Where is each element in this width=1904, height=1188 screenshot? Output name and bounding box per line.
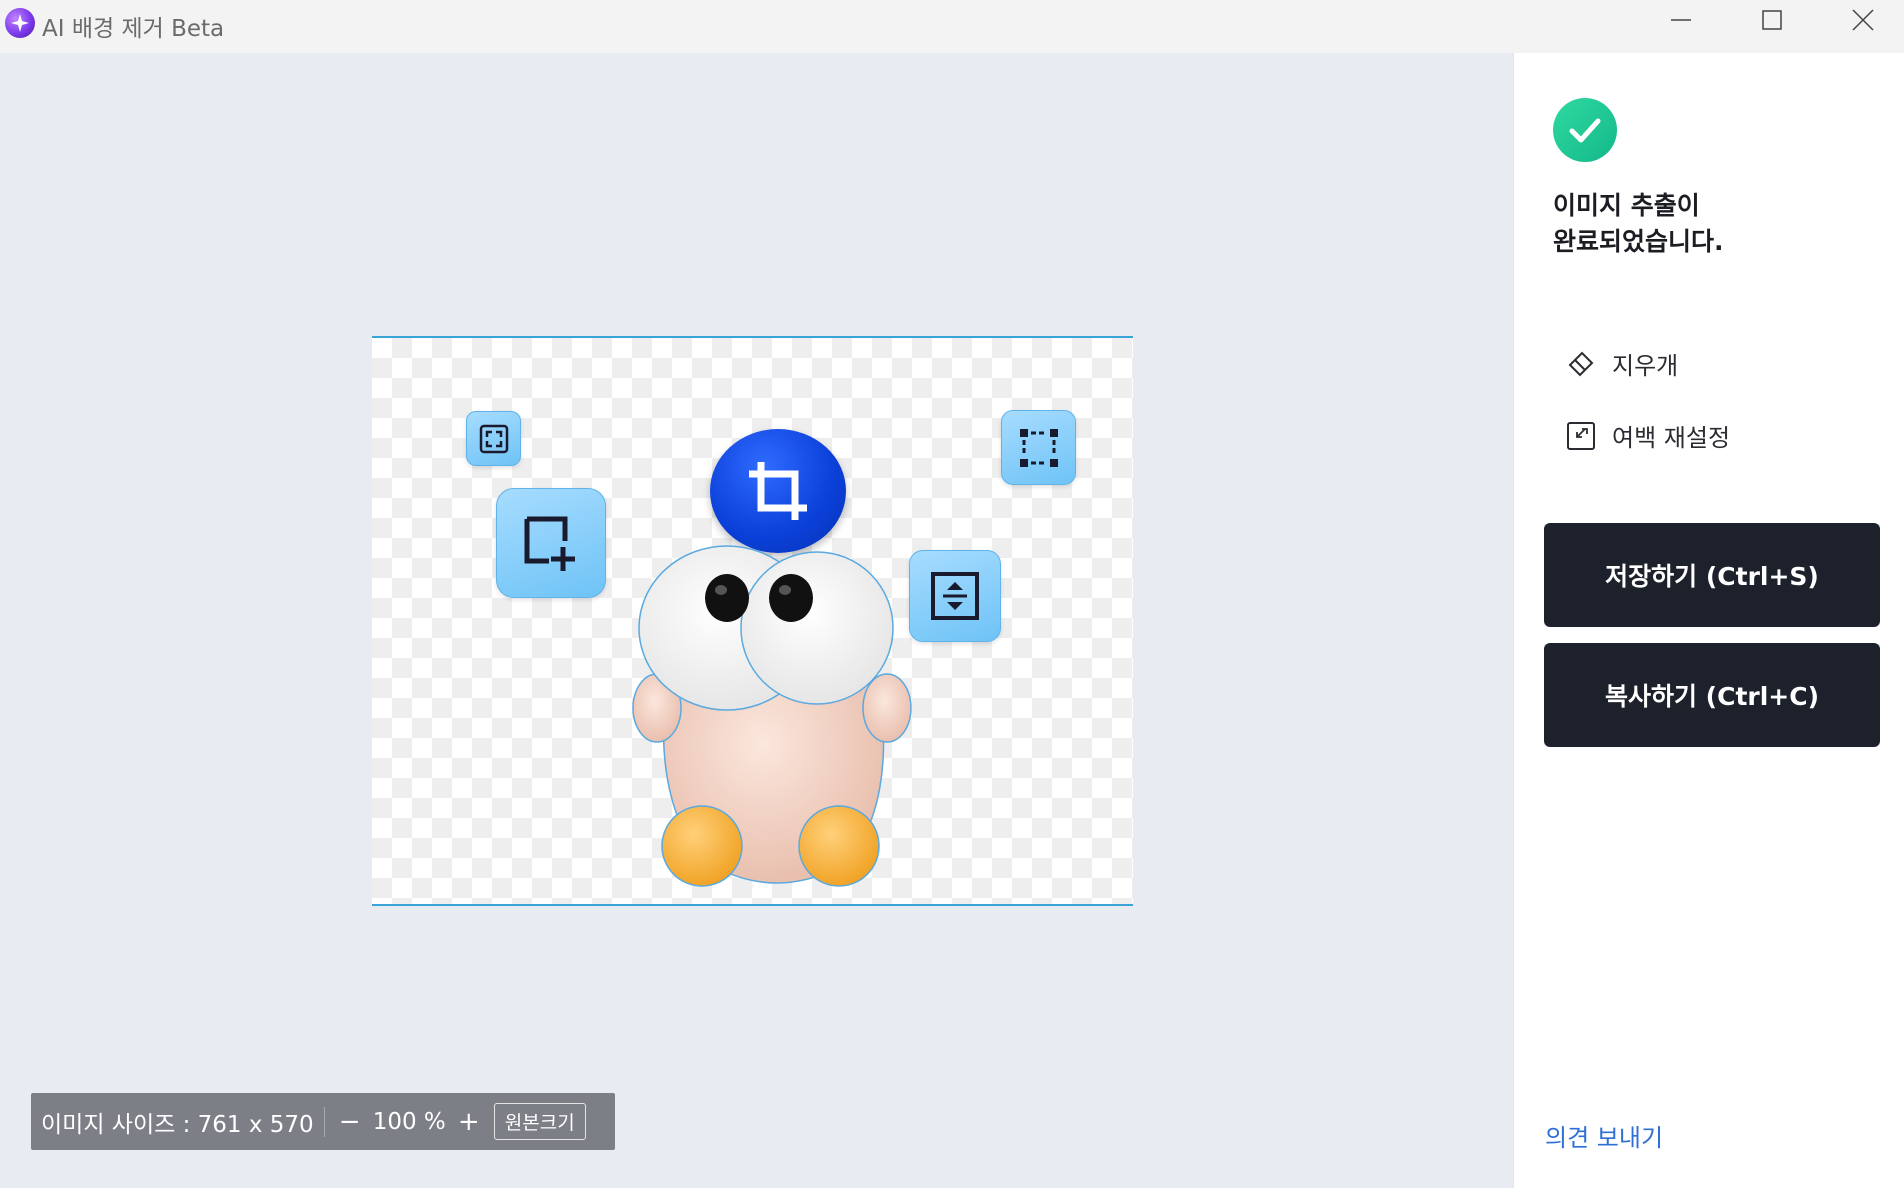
mascot-character-icon: [632, 545, 912, 887]
completion-line-1: 이미지 추출이: [1553, 191, 1700, 220]
checkmark-icon: [1553, 98, 1617, 162]
selection-frame-tile-icon: [1001, 410, 1076, 485]
reset-margin-label: 여백 재설정: [1612, 424, 1731, 452]
window-title: AI 배경 제거 Beta: [42, 16, 225, 42]
title-bar: AI 배경 제거 Beta: [0, 0, 1904, 53]
fit-height-tile-icon: [909, 550, 1001, 642]
eraser-label: 지우개: [1612, 352, 1679, 380]
completion-line-2: 완료되었습니다.: [1553, 227, 1724, 256]
status-divider: [323, 1106, 325, 1137]
eraser-icon: [1564, 347, 1598, 381]
canvas-workspace: [0, 53, 1513, 1188]
completion-message: 이미지 추출이 완료되었습니다.: [1553, 188, 1724, 260]
fullscreen-tile-icon: [466, 411, 521, 466]
zoom-out-button[interactable]: −: [335, 1107, 365, 1137]
sparkle-app-icon: [5, 8, 35, 38]
crop-ball-icon: [710, 429, 846, 553]
minimize-icon: [1671, 10, 1691, 34]
reset-margin-tool[interactable]: 여백 재설정: [1564, 418, 1730, 453]
maximize-button[interactable]: [1727, 0, 1817, 44]
result-side-panel: 이미지 추출이 완료되었습니다. 지우개 여백 재설정 저장하기 (Ctrl+S…: [1513, 53, 1904, 1188]
image-size-label: 이미지 사이즈 : 761 x 570: [41, 1111, 314, 1138]
send-feedback-link[interactable]: 의견 보내기: [1545, 1118, 1663, 1153]
resize-margin-icon: [1564, 419, 1598, 453]
add-selection-tile-icon: [496, 488, 606, 598]
save-button[interactable]: 저장하기 (Ctrl+S): [1544, 523, 1880, 627]
minimize-button[interactable]: [1636, 0, 1726, 44]
image-status-bar: 이미지 사이즈 : 761 x 570 − 100 % + 원본크기: [31, 1093, 615, 1150]
zoom-value: 100 %: [372, 1108, 446, 1135]
close-button[interactable]: [1818, 0, 1904, 44]
extracted-image-canvas[interactable]: [372, 336, 1133, 906]
original-size-button[interactable]: 원본크기: [493, 1103, 586, 1140]
close-icon: [1852, 9, 1874, 35]
maximize-icon: [1762, 10, 1782, 34]
zoom-in-button[interactable]: +: [454, 1107, 484, 1137]
copy-button[interactable]: 복사하기 (Ctrl+C): [1544, 643, 1880, 747]
eraser-tool[interactable]: 지우개: [1564, 346, 1678, 381]
